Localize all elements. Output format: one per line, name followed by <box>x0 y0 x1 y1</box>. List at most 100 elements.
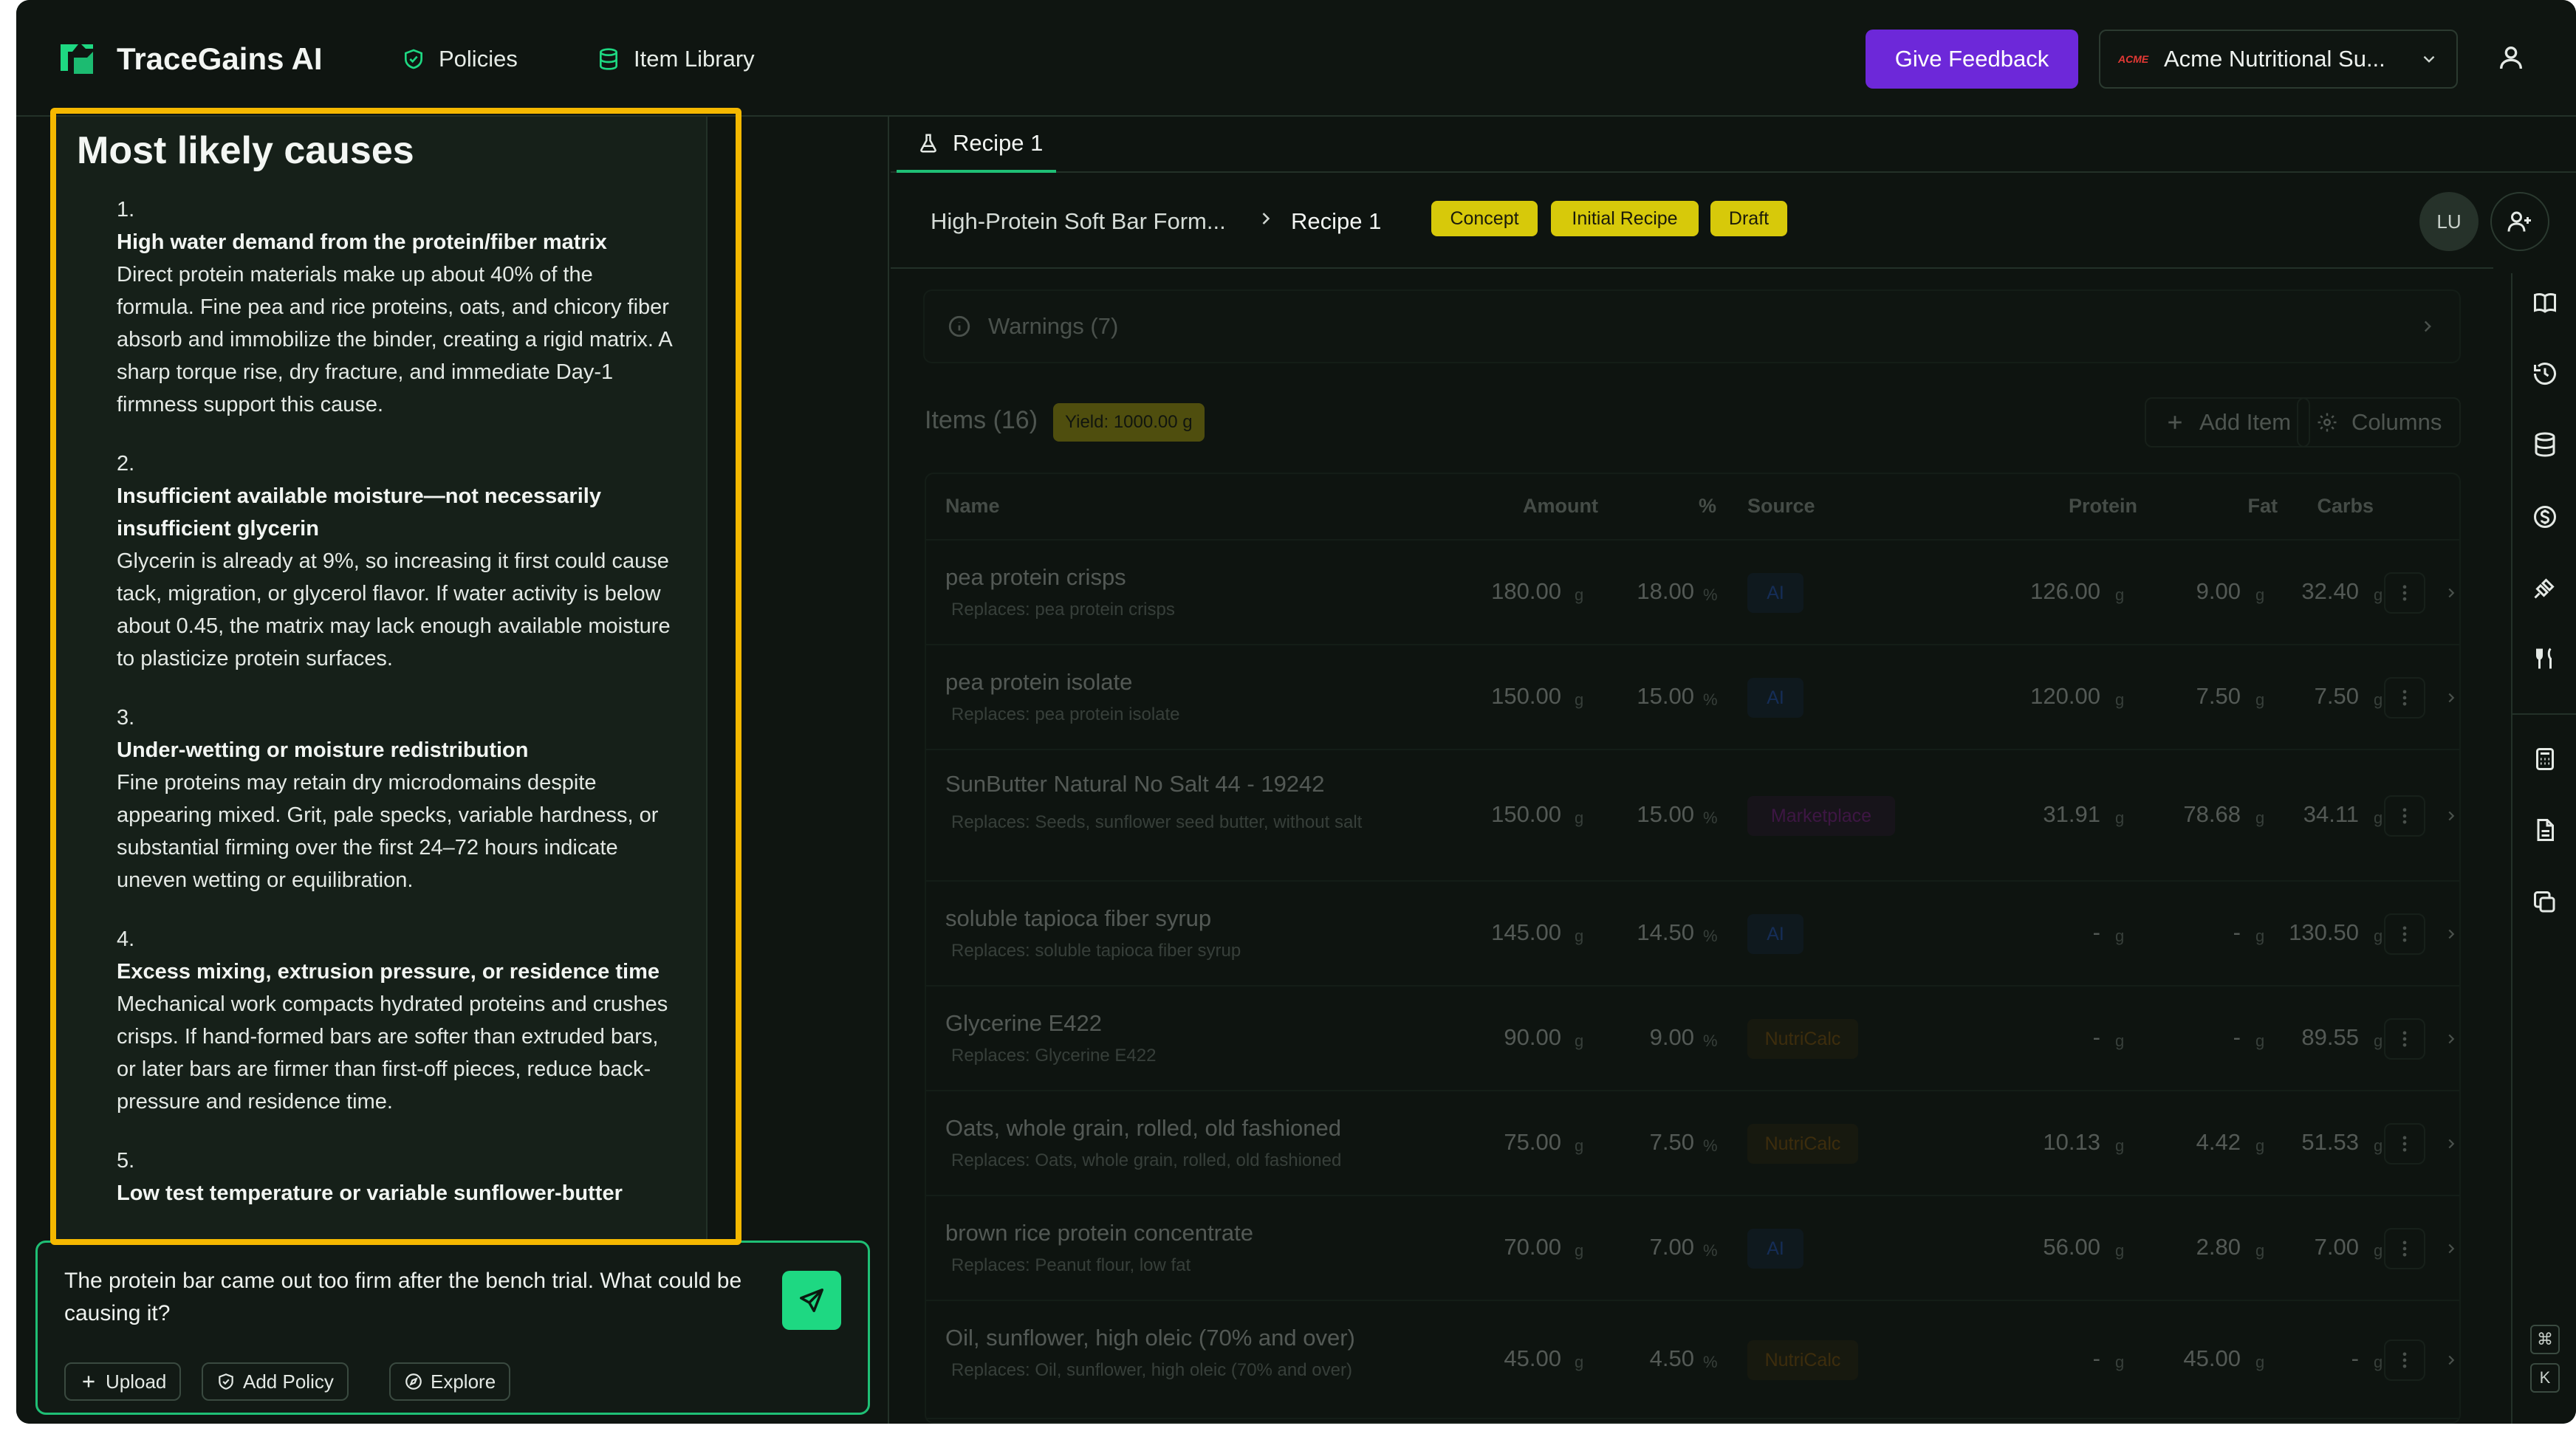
column-header-carbs[interactable]: Carbs <box>2278 495 2374 518</box>
item-amount[interactable]: 150.00 <box>1458 801 1561 828</box>
table-row[interactable]: brown rice protein concentrate Replaces: … <box>926 1196 2459 1301</box>
table-row[interactable]: Glycerine E422 Replaces: Glycerine E422 90… <box>926 987 2459 1091</box>
history-icon[interactable] <box>2532 360 2558 387</box>
table-row[interactable]: Oats, whole grain, rolled, old fashioned… <box>926 1091 2459 1196</box>
item-amount[interactable]: 75.00 <box>1458 1129 1561 1156</box>
item-replaces: Replaces: Glycerine E422 <box>951 1046 1157 1066</box>
send-icon <box>798 1286 826 1314</box>
chevron-right-icon[interactable] <box>2443 808 2459 824</box>
chevron-right-icon[interactable] <box>2443 1352 2459 1368</box>
item-replaces: Replaces: pea protein crisps <box>951 600 1175 620</box>
column-header-name[interactable]: Name <box>945 495 1000 518</box>
item-name[interactable]: brown rice protein concentrate <box>945 1220 1253 1246</box>
app-window: TraceGains AI Policies Item Library Give… <box>16 0 2576 1424</box>
item-percent[interactable]: 14.50 <box>1606 919 1694 946</box>
item-name[interactable]: Glycerine E422 <box>945 1010 1102 1037</box>
shield-check-icon <box>402 47 425 71</box>
add-item-label: Add Item <box>2199 409 2292 435</box>
item-percent-unit: % <box>1703 1136 1718 1155</box>
item-protein: 10.13 <box>2043 1129 2100 1155</box>
column-header-source[interactable]: Source <box>1747 495 1815 518</box>
breadcrumb-parent[interactable]: High-Protein Soft Bar Form... <box>931 208 1226 235</box>
status-badge-draft: Draft <box>1710 201 1787 236</box>
chevron-right-icon[interactable] <box>2443 1241 2459 1257</box>
brand-name[interactable]: TraceGains AI <box>117 41 323 77</box>
document-icon[interactable] <box>2532 817 2558 843</box>
book-icon[interactable] <box>2532 289 2558 316</box>
top-nav: TraceGains AI Policies Item Library Give… <box>16 0 2576 117</box>
chevron-right-icon[interactable] <box>2443 690 2459 706</box>
row-menu-button[interactable] <box>2384 1123 2425 1164</box>
org-selector[interactable]: ACME Acme Nutritional Su... <box>2099 30 2458 89</box>
dollar-icon[interactable] <box>2532 504 2558 530</box>
add-collaborator-button[interactable] <box>2490 192 2549 251</box>
upload-button[interactable]: Upload <box>64 1362 182 1401</box>
add-item-button[interactable]: Add Item <box>2145 397 2311 447</box>
row-menu-button[interactable] <box>2384 572 2425 614</box>
row-menu-button[interactable] <box>2384 1018 2425 1060</box>
item-amount[interactable]: 45.00 <box>1458 1345 1561 1372</box>
row-menu-button[interactable] <box>2384 1228 2425 1269</box>
chat-input[interactable]: The protein bar came out too firm after … <box>64 1265 758 1330</box>
item-amount[interactable]: 145.00 <box>1458 919 1561 946</box>
row-menu-button[interactable] <box>2384 677 2425 718</box>
avatar[interactable]: LU <box>2419 192 2479 251</box>
recipe-editor: Warnings (7) Items (16) Yield: 1000.00 g… <box>908 273 2465 1424</box>
satellite-icon[interactable] <box>2532 574 2558 601</box>
row-menu-button[interactable] <box>2384 913 2425 955</box>
chevron-right-icon[interactable] <box>2443 1031 2459 1047</box>
tab-recipe-1[interactable]: Recipe 1 <box>897 117 1056 173</box>
utensils-icon[interactable] <box>2532 645 2558 672</box>
item-percent[interactable]: 15.00 <box>1606 801 1694 828</box>
table-row[interactable]: pea protein crisps Replaces: pea protein … <box>926 541 2459 645</box>
item-name[interactable]: pea protein crisps <box>945 564 1126 591</box>
kebab-icon <box>2402 808 2407 824</box>
explore-button[interactable]: Explore <box>389 1362 511 1401</box>
chevron-right-icon[interactable] <box>2443 1136 2459 1152</box>
add-policy-button[interactable]: Add Policy <box>202 1362 349 1401</box>
column-header-percent[interactable]: % <box>1672 495 1716 518</box>
item-carbs-unit: g <box>2374 1136 2383 1155</box>
item-amount[interactable]: 180.00 <box>1458 578 1561 605</box>
item-name[interactable]: SunButter Natural No Salt 44 - 19242 <box>945 771 1325 797</box>
item-amount[interactable]: 150.00 <box>1458 683 1561 710</box>
copy-icon[interactable] <box>2532 889 2558 916</box>
table-row[interactable]: SunButter Natural No Salt 44 - 19242 Repl… <box>926 750 2459 882</box>
column-header-protein[interactable]: Protein <box>2019 495 2137 518</box>
item-name[interactable]: pea protein isolate <box>945 669 1132 696</box>
chevron-right-icon[interactable] <box>2443 585 2459 601</box>
cause-body: Mechanical work compacts hydrated protei… <box>117 992 668 1114</box>
chevron-right-icon[interactable] <box>2443 926 2459 942</box>
item-amount[interactable]: 70.00 <box>1458 1234 1561 1260</box>
nav-item-library[interactable]: Item Library <box>597 43 755 75</box>
column-header-amount[interactable]: Amount <box>1487 495 1598 518</box>
row-menu-button[interactable] <box>2384 1339 2425 1381</box>
database-icon[interactable] <box>2532 431 2558 458</box>
item-name[interactable]: soluble tapioca fiber syrup <box>945 905 1211 932</box>
warnings-bar[interactable]: Warnings (7) <box>923 289 2461 363</box>
columns-button[interactable]: Columns <box>2297 397 2462 447</box>
item-percent[interactable]: 4.50 <box>1606 1345 1694 1372</box>
chat-composer[interactable]: The protein bar came out too firm after … <box>35 1241 870 1415</box>
give-feedback-button[interactable]: Give Feedback <box>1866 30 2078 89</box>
table-row[interactable]: soluble tapioca fiber syrup Replaces: sol… <box>926 882 2459 987</box>
user-icon[interactable] <box>2496 43 2526 72</box>
item-name[interactable]: Oats, whole grain, rolled, old fashioned <box>945 1115 1341 1142</box>
tracegains-logo-icon[interactable] <box>58 41 96 77</box>
item-name[interactable]: Oil, sunflower, high oleic (70% and over… <box>945 1325 1355 1351</box>
item-percent[interactable]: 18.00 <box>1606 578 1694 605</box>
item-percent[interactable]: 15.00 <box>1606 683 1694 710</box>
table-row[interactable]: pea protein isolate Replaces: pea protein… <box>926 645 2459 750</box>
column-header-fat[interactable]: Fat <box>2167 495 2278 518</box>
nav-policies[interactable]: Policies <box>402 43 518 75</box>
item-source-badge: NutriCalc <box>1747 1340 1858 1380</box>
yield-badge: Yield: 1000.00 g <box>1053 403 1205 442</box>
item-percent[interactable]: 9.00 <box>1606 1024 1694 1051</box>
item-percent[interactable]: 7.50 <box>1606 1129 1694 1156</box>
item-amount[interactable]: 90.00 <box>1458 1024 1561 1051</box>
send-button[interactable] <box>782 1271 841 1330</box>
table-row[interactable]: Oil, sunflower, high oleic (70% and over… <box>926 1301 2459 1419</box>
calculator-icon[interactable] <box>2532 746 2558 772</box>
item-percent[interactable]: 7.00 <box>1606 1234 1694 1260</box>
row-menu-button[interactable] <box>2384 795 2425 837</box>
